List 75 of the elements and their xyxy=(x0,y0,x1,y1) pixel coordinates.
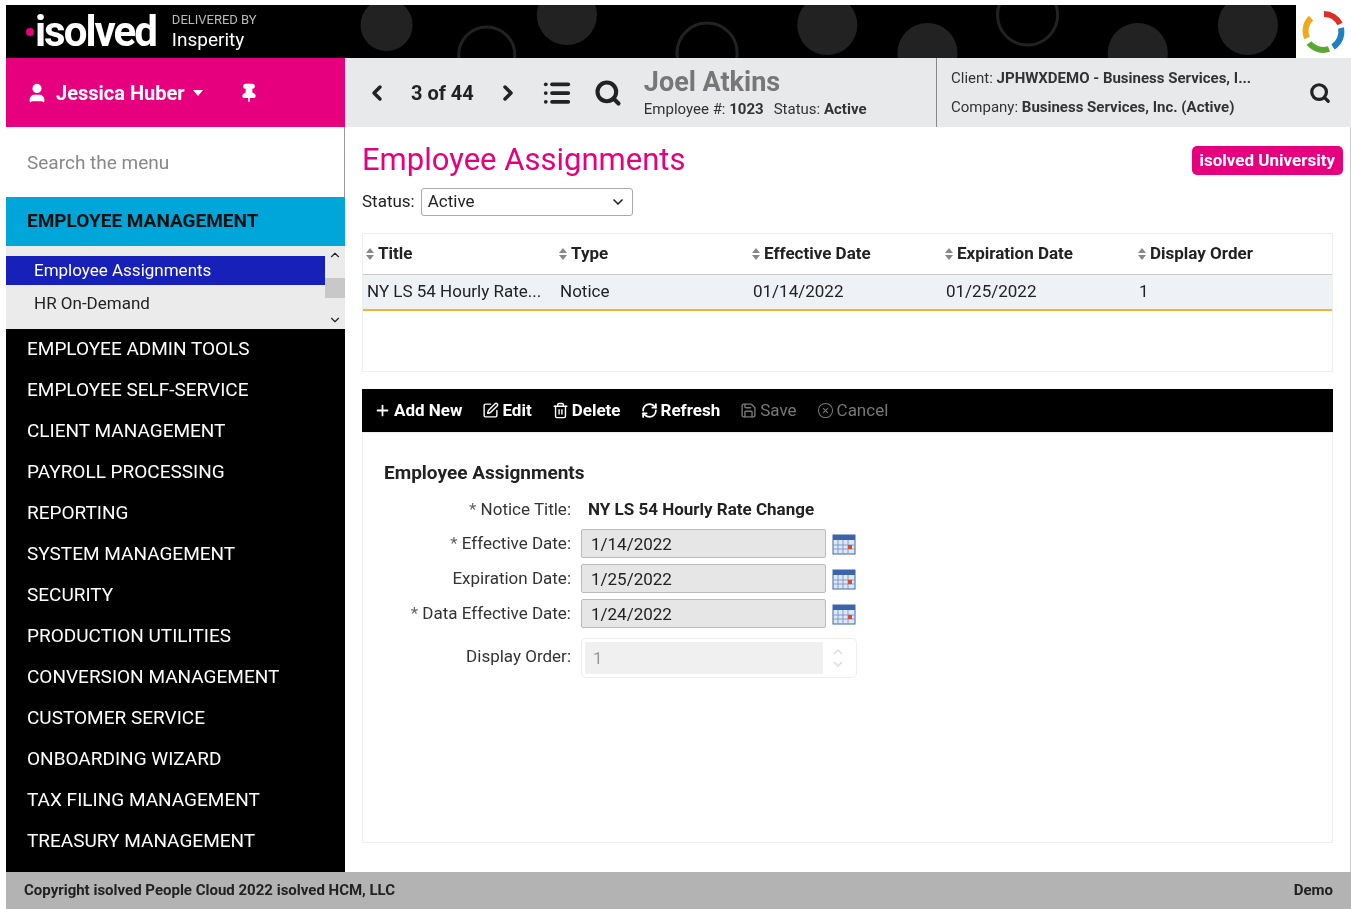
menu-item[interactable]: CONVERSION MANAGEMENT xyxy=(6,657,345,698)
environment-label: Demo xyxy=(1293,880,1333,902)
form-title: Employee Assignments xyxy=(384,459,586,486)
people-circle-logo-icon xyxy=(1301,9,1346,54)
scrollbar-thumb[interactable] xyxy=(325,277,345,298)
status-label: Status: xyxy=(362,190,415,213)
record-position: 3 of 44 xyxy=(411,79,474,107)
date-field[interactable]: 1/25/2022 xyxy=(581,564,826,594)
table-cell-text: NY LS 54 Hourly Rate... xyxy=(366,280,543,303)
sort-icon xyxy=(366,247,374,260)
column-header[interactable]: Effective Date xyxy=(749,241,942,267)
toolbar-button[interactable]: Edit xyxy=(482,397,532,423)
table-cell-text: 1 xyxy=(1138,280,1150,303)
date-field[interactable]: 1/14/2022 xyxy=(581,529,826,559)
menu-item[interactable]: PAYROLL PROCESSING xyxy=(6,452,345,493)
sort-icon xyxy=(752,247,760,260)
menu-item[interactable]: EMPLOYEE SELF-SERVICE xyxy=(6,370,345,411)
section-header[interactable]: EMPLOYEE MANAGEMENT xyxy=(6,197,345,246)
toolbar-button[interactable]: Add New xyxy=(374,397,463,423)
sort-icon xyxy=(945,247,953,260)
menu-item[interactable]: EMPLOYEE ADMIN TOOLS xyxy=(6,329,345,370)
menu-item[interactable]: SECURITY xyxy=(6,575,345,616)
toolbar-button[interactable]: Refresh xyxy=(640,397,721,423)
edit-icon xyxy=(482,401,500,419)
menu-item[interactable]: PRODUCTION UTILITIES xyxy=(6,616,345,657)
menu-item[interactable]: CUSTOMER SERVICE xyxy=(6,698,345,739)
university-button[interactable]: isolved University xyxy=(1191,145,1343,176)
field-label: * Effective Date: xyxy=(450,533,571,553)
menu-item[interactable]: CLIENT MANAGEMENT xyxy=(6,411,345,452)
logo: isolved xyxy=(35,10,156,53)
submenu-item[interactable]: HR On-Demand xyxy=(6,289,325,318)
field-label: * Data Effective Date: xyxy=(410,603,571,623)
calendar-icon[interactable] xyxy=(832,567,856,590)
search-icon[interactable] xyxy=(593,78,622,107)
status-dropdown[interactable]: Active xyxy=(420,187,633,216)
column-header[interactable]: Display Order xyxy=(1135,241,1328,267)
field-label: Expiration Date: xyxy=(452,568,571,588)
sort-icon xyxy=(559,247,567,260)
search-icon[interactable] xyxy=(1309,81,1331,104)
caret-icon xyxy=(192,89,203,96)
table-cell-text: 01/25/2022 xyxy=(945,280,1038,303)
save-icon xyxy=(740,401,758,419)
menu-search-field[interactable]: Search the menu xyxy=(6,127,344,197)
menu-item[interactable]: REPORTING xyxy=(6,493,345,534)
menu-item[interactable]: TAX FILING MANAGEMENT xyxy=(6,780,345,821)
client-info: Client: JPHWXDEMO - Business Services, I... xyxy=(951,68,1253,89)
submenu-item[interactable]: Employee Assignments xyxy=(6,256,325,285)
copyright-text: Copyright isolved People Cloud 2022 isolved HCM, LLC xyxy=(24,880,396,902)
company-info: Company: Business Services, Inc. (Active) xyxy=(951,96,1236,118)
sort-icon xyxy=(1138,247,1146,260)
calendar-icon[interactable] xyxy=(832,532,856,555)
column-header[interactable]: Expiration Date xyxy=(942,241,1135,267)
table-row[interactable]: NY LS 54 Hourly Rate... Notice 01/14/2022 01/25/2022 1 xyxy=(363,274,1332,311)
table-cell-text: Notice xyxy=(559,280,611,303)
date-field[interactable]: 1/24/2022 xyxy=(581,599,826,629)
column-header[interactable]: Title xyxy=(363,241,556,267)
page-title: Employee Assignments xyxy=(362,141,686,180)
calendar-icon[interactable] xyxy=(832,602,856,625)
field-label: * Notice Title: xyxy=(469,498,571,519)
partner-name: Insperity xyxy=(171,27,246,52)
cancel-icon xyxy=(816,401,834,419)
refresh-icon xyxy=(640,401,658,419)
field-value: NY LS 54 Hourly Rate Change xyxy=(587,497,815,521)
menu-item[interactable]: ONBOARDING WIZARD xyxy=(6,739,345,780)
delivered-by-label: DELIVERED BY xyxy=(171,11,257,28)
field-label: Display Order: xyxy=(466,645,571,666)
trash-icon xyxy=(551,401,569,419)
employee-name: Joel Atkins xyxy=(643,66,782,100)
menu-item[interactable]: TREASURY MANAGEMENT xyxy=(6,821,345,862)
column-header[interactable]: Type xyxy=(556,241,749,267)
menu-item[interactable]: SYSTEM MANAGEMENT xyxy=(6,534,345,575)
employee-status: Status: Active xyxy=(773,100,867,119)
table-cell-text: 01/14/2022 xyxy=(752,280,845,303)
toolbar-button[interactable]: Delete xyxy=(551,397,621,423)
employee-number: Employee #: 1023 xyxy=(643,100,764,119)
